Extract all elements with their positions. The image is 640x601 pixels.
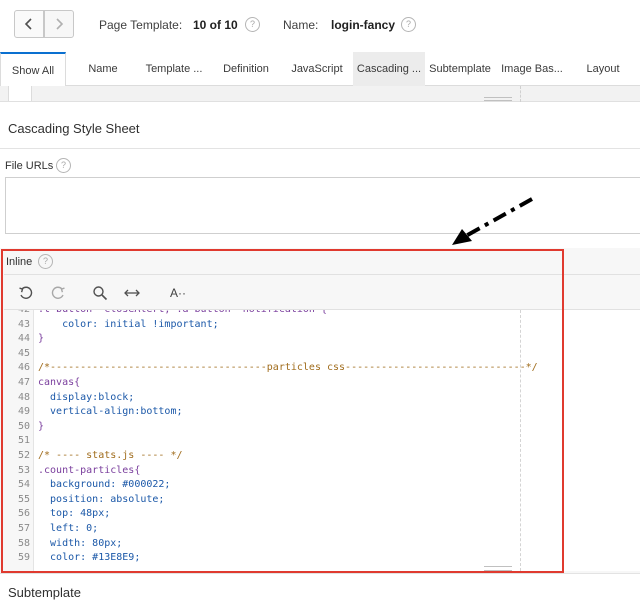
subtemplate-region-title: Subtemplate <box>8 585 81 600</box>
tab-show-all[interactable]: Show All <box>0 52 66 87</box>
line-number: 43 <box>17 318 30 330</box>
code-line: /*------------------------------------pa… <box>38 362 538 374</box>
search-icon <box>93 286 108 301</box>
tab-subtemplate[interactable]: Subtemplate <box>428 52 492 86</box>
code-line: left: 0; <box>38 523 99 534</box>
file-urls-label: File URLs <box>5 160 54 172</box>
code-line: } <box>38 333 45 345</box>
undo-button[interactable] <box>16 283 36 303</box>
code-line: color: initial !important; <box>38 318 219 330</box>
name-label: Name: <box>283 18 319 32</box>
previous-page-button[interactable] <box>14 10 44 38</box>
previous-editor-bottom <box>0 86 640 102</box>
help-icon[interactable]: ? <box>401 17 416 32</box>
search-button[interactable] <box>90 283 110 303</box>
tab-name[interactable]: Name <box>76 52 130 86</box>
line-number: 55 <box>17 493 30 505</box>
line-number: 47 <box>17 377 30 388</box>
page-template-label: Page Template: <box>99 18 183 32</box>
chevron-left-icon <box>24 18 32 30</box>
line-number: 45 <box>17 347 30 359</box>
code-line: /* ---- stats.js ---- */ <box>38 450 183 461</box>
resize-grip[interactable] <box>484 566 512 571</box>
css-code-editor[interactable]: 42 .t-button--closeAlert, .a-button--noti… <box>4 310 640 571</box>
code-line: .t-button--closeAlert, .a-button--notifi… <box>38 310 327 315</box>
css-region-title: Cascading Style Sheet <box>8 121 140 136</box>
tab-template[interactable]: Template ... <box>140 52 208 86</box>
css-region-header: Cascading Style Sheet <box>0 107 640 149</box>
line-number: 50 <box>17 420 30 432</box>
redo-icon <box>51 286 65 299</box>
code-line: background: #000022; <box>38 479 171 491</box>
print-margin-line <box>520 86 521 102</box>
line-number: 44 <box>17 333 30 345</box>
line-number: 59 <box>17 552 30 564</box>
inline-label: Inline <box>6 256 33 268</box>
page-header: Page Template: 10 of 10 ? Name: login-fa… <box>0 0 640 52</box>
tab-javascript[interactable]: JavaScript <box>284 52 350 86</box>
line-number: 58 <box>17 537 30 549</box>
line-number: 57 <box>17 523 30 534</box>
line-number: 42 <box>4 310 30 315</box>
chevron-right-icon <box>56 18 64 30</box>
code-line: color: #13E8E9; <box>38 552 141 564</box>
undo-icon <box>19 286 33 299</box>
line-number: 54 <box>17 479 30 491</box>
code-line: display:block; <box>38 391 135 403</box>
line-number: 49 <box>17 406 30 418</box>
page-template-value: 10 of 10 <box>193 18 238 32</box>
code-line: position: absolute; <box>38 493 165 505</box>
line-number: 56 <box>17 508 30 520</box>
line-number: 46 <box>17 362 30 374</box>
tab-definition[interactable]: Definition <box>216 52 276 86</box>
print-margin-line <box>520 310 521 571</box>
line-number: 51 <box>17 435 30 447</box>
tab-bar: Show All Name Template ... Definition Ja… <box>0 52 640 87</box>
replace-button[interactable] <box>122 283 142 303</box>
annotation-arrow-icon <box>452 197 533 245</box>
tab-layout[interactable]: Layout <box>578 52 628 86</box>
code-line: } <box>38 420 45 432</box>
code-line: width: 80px; <box>38 537 123 549</box>
resize-grip[interactable] <box>484 97 512 101</box>
name-value: login-fancy <box>331 18 396 32</box>
help-icon[interactable]: ? <box>56 158 71 173</box>
editor-gutter-remnant <box>8 86 32 101</box>
line-number: 52 <box>17 450 30 461</box>
code-line: vertical-align:bottom; <box>38 406 183 418</box>
tab-cascading[interactable]: Cascading ... <box>353 52 425 86</box>
code-line: canvas{ <box>38 377 81 388</box>
line-number: 53 <box>17 464 30 476</box>
code-line: top: 48px; <box>38 508 111 520</box>
next-page-button[interactable] <box>44 10 74 38</box>
font-size-icon[interactable]: A·· <box>166 283 190 303</box>
tab-image-based[interactable]: Image Bas... <box>500 52 564 86</box>
editor-toolbar: A·· <box>4 274 640 310</box>
line-number: 48 <box>17 391 30 403</box>
help-icon[interactable]: ? <box>245 17 260 32</box>
file-urls-textarea[interactable] <box>5 177 640 234</box>
replace-icon <box>124 289 140 297</box>
redo-button[interactable] <box>48 283 68 303</box>
subtemplate-region-header: Subtemplate <box>0 573 640 601</box>
code-line: .count-particles{ <box>38 464 141 476</box>
help-icon[interactable]: ? <box>38 254 53 269</box>
